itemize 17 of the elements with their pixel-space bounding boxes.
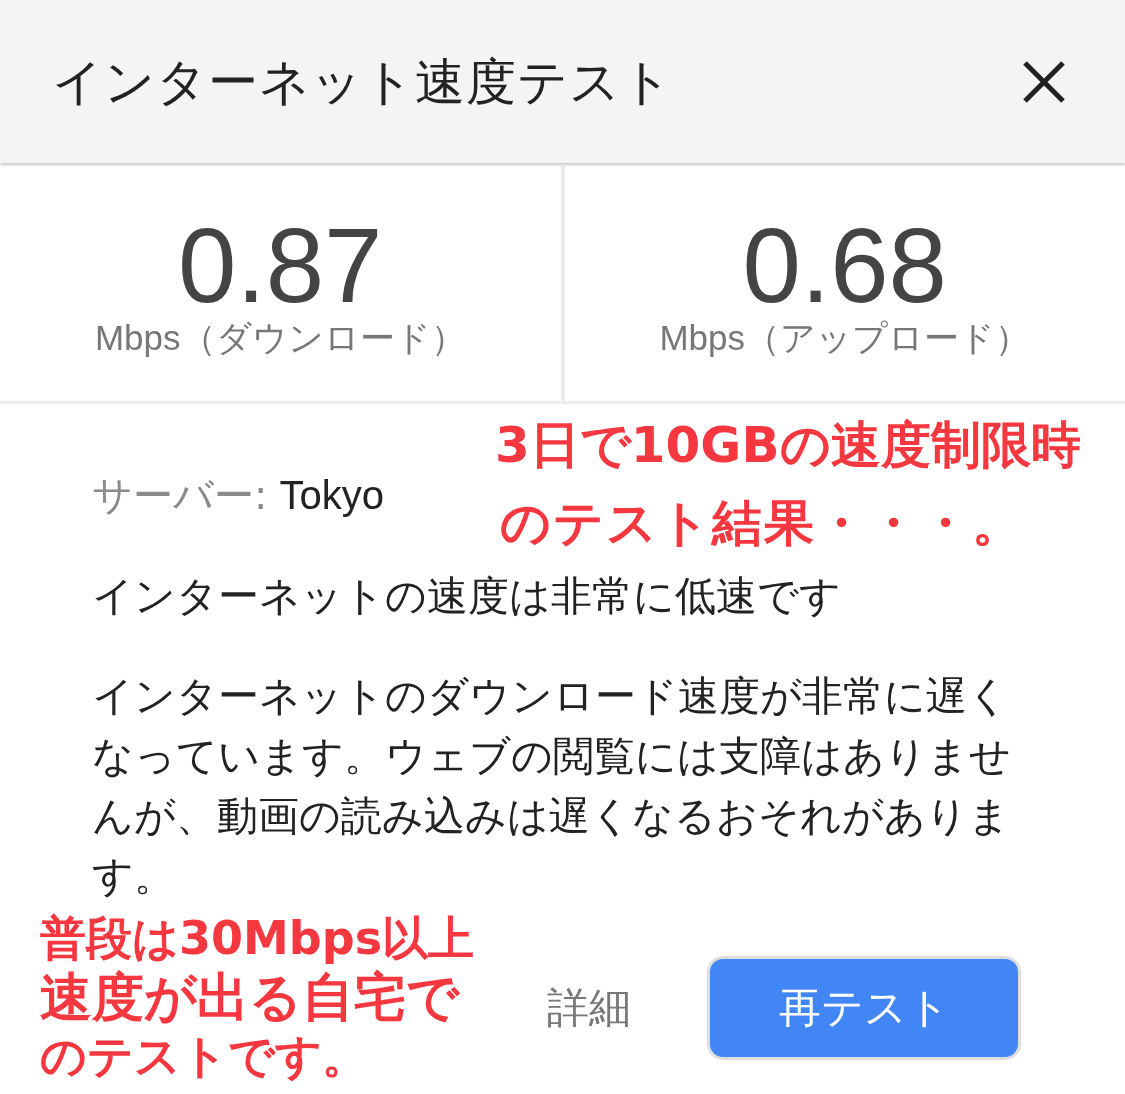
retest-button[interactable]: 再テスト — [707, 956, 1021, 1060]
description-text: インターネットのダウンロード速度が非常に遅くなっています。ウェブの閲覧には支障はありませんが、動画の読み込みは遅くなるおそれがあります。 — [92, 671, 1012, 902]
status-text: インターネットの速度は非常に低速です — [92, 571, 842, 622]
server-label: サーバー: — [92, 471, 268, 520]
dialog-title: インターネット速度テスト — [52, 51, 673, 112]
details-button[interactable]: 詳細 — [547, 983, 631, 1033]
speed-unit: Mbps（ダウンロード） — [94, 317, 466, 359]
handwritten-note: のテストです。 — [40, 1028, 368, 1084]
handwritten-note: 普段は30Mbps以上 — [40, 910, 475, 966]
speed-value: 0.87 — [178, 216, 383, 316]
speed-unit: Mbps（アップロード） — [659, 317, 1031, 359]
handwritten-note: のテスト結果・・・。 — [500, 493, 1024, 554]
handwritten-note: 3日で10GBの速度制限時 — [495, 415, 1081, 476]
close-icon[interactable] — [1023, 60, 1065, 103]
handwritten-note: 速度が出る自宅で — [40, 966, 459, 1028]
server-name: Tokyo — [279, 472, 384, 519]
speed-value: 0.68 — [742, 216, 947, 316]
